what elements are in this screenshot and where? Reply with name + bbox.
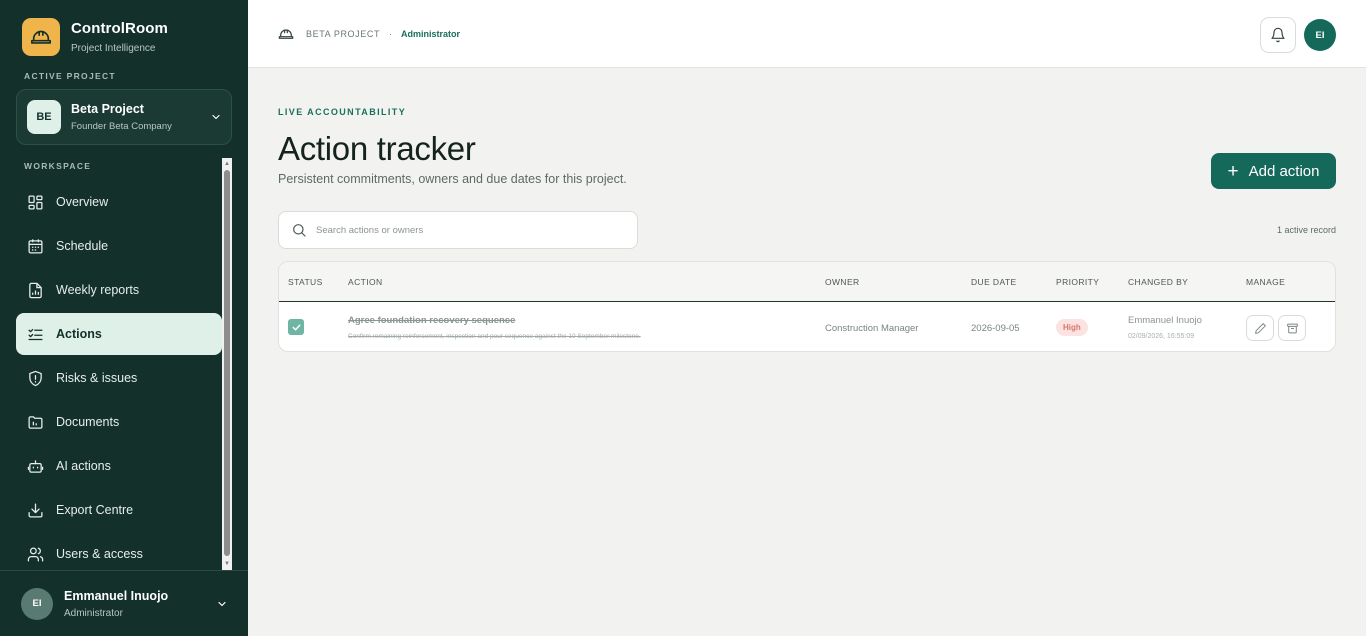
column-header-status: STATUS [288, 277, 323, 287]
actions-table: STATUS ACTION OWNER DUE DATE PRIORITY CH… [278, 261, 1336, 352]
sidebar-item-label: Users & access [56, 547, 143, 561]
archive-icon [1286, 323, 1298, 333]
sidebar-item-actions[interactable]: Actions [16, 313, 222, 355]
breadcrumb-role: Administrator [401, 29, 461, 39]
add-action-button[interactable]: + Add action [1211, 153, 1336, 189]
action-owner: Construction Manager [825, 323, 919, 334]
folder-icon [28, 415, 43, 429]
brand-subtitle: Project Intelligence [71, 43, 156, 54]
action-description: Confirm remaining reinforcement, inspect… [348, 333, 641, 340]
sidebar-item-label: Schedule [56, 239, 109, 253]
page-title: Action tracker [278, 130, 476, 167]
sidebar-item-schedule[interactable]: Schedule [16, 225, 222, 267]
bell-icon [1271, 27, 1285, 43]
sidebar-item-label: Risks & issues [56, 371, 138, 385]
sidebar-item-ai-actions[interactable]: AI actions [16, 445, 222, 487]
sidebar-item-label: AI actions [56, 459, 111, 473]
users-icon [27, 546, 44, 562]
sidebar-nav: Overview Schedule Weekly reports Actions… [16, 181, 222, 577]
sidebar-item-label: Overview [56, 195, 109, 209]
page-subtitle: Persistent commitments, owners and due d… [278, 172, 627, 186]
sidebar-item-label: Weekly reports [56, 283, 140, 297]
priority-badge: High [1056, 319, 1088, 336]
user-menu[interactable]: EI Emmanuel Inuojo Administrator [0, 570, 248, 636]
avatar[interactable]: EI [1304, 19, 1336, 51]
sidebar-item-risks-issues[interactable]: Risks & issues [16, 357, 222, 399]
column-header-manage: MANAGE [1246, 277, 1286, 287]
hard-hat-icon [22, 18, 60, 56]
table-header: STATUS ACTION OWNER DUE DATE PRIORITY CH… [279, 262, 1335, 302]
sidebar-item-documents[interactable]: Documents [16, 401, 222, 443]
archive-action-button[interactable] [1278, 315, 1306, 341]
chevron-down-icon [201, 111, 231, 123]
column-header-changed-by: CHANGED BY [1128, 277, 1189, 287]
breadcrumb: BETA PROJECT · Administrator [278, 26, 460, 42]
page-eyebrow: LIVE ACCOUNTABILITY [278, 107, 407, 117]
scrollbar-thumb[interactable] [224, 170, 230, 556]
hard-hat-icon [278, 29, 294, 39]
shield-icon [29, 370, 42, 386]
plus-icon: + [1227, 160, 1239, 182]
sidebar-item-users-access[interactable]: Users & access [16, 533, 222, 575]
column-header-priority: PRIORITY [1056, 277, 1100, 287]
active-project-label: ACTIVE PROJECT [24, 71, 116, 81]
project-avatar: BE [27, 100, 61, 134]
sidebar-item-label: Export Centre [56, 503, 134, 517]
breadcrumb-project[interactable]: BETA PROJECT [306, 29, 380, 39]
sidebar-scrollbar[interactable]: ▲ ▼ [222, 158, 232, 570]
scroll-up-arrow-icon[interactable]: ▲ [222, 159, 232, 169]
user-role: Administrator [64, 607, 123, 619]
changed-by-timestamp: 02/09/2026, 16:55:09 [1128, 333, 1195, 340]
sidebar: ControlRoom Project Intelligence ACTIVE … [0, 0, 248, 636]
record-count: 1 active record [1276, 225, 1336, 235]
action-title: Agree foundation recovery sequence [348, 315, 516, 326]
avatar: EI [21, 587, 53, 620]
checklist-icon [28, 328, 43, 340]
changed-by-name: Emmanuel Inuojo [1128, 315, 1202, 326]
scroll-down-arrow-icon[interactable]: ▼ [222, 559, 232, 569]
report-chart-icon [29, 282, 42, 298]
column-header-due-date: DUE DATE [971, 277, 1017, 287]
calendar-icon [28, 238, 43, 254]
sidebar-item-label: Actions [56, 327, 102, 341]
search-icon [293, 224, 306, 237]
brand-name: ControlRoom [71, 20, 168, 37]
notifications-button[interactable] [1260, 17, 1296, 53]
action-due-date: 2026-09-05 [971, 323, 1020, 334]
project-name: Beta Project [71, 102, 144, 116]
table-row: Agree foundation recovery sequence Confi… [279, 303, 1335, 351]
check-icon [292, 323, 300, 331]
search-box[interactable] [278, 211, 638, 249]
sidebar-item-export-centre[interactable]: Export Centre [16, 489, 222, 531]
breadcrumb-separator: · [389, 29, 393, 39]
download-icon [28, 502, 43, 518]
sidebar-item-label: Documents [56, 415, 120, 429]
grid-icon [28, 194, 43, 210]
robot-icon [27, 459, 44, 473]
status-checkbox[interactable] [288, 319, 304, 335]
column-header-action: ACTION [348, 277, 383, 287]
project-company: Founder Beta Company [71, 121, 172, 132]
user-name: Emmanuel Inuojo [64, 588, 169, 603]
brand[interactable]: ControlRoom Project Intelligence [22, 18, 168, 56]
add-action-label: Add action [1248, 162, 1320, 180]
edit-action-button[interactable] [1246, 315, 1274, 341]
pencil-icon [1254, 322, 1266, 334]
sidebar-item-overview[interactable]: Overview [16, 181, 222, 223]
project-switcher[interactable]: BE Beta Project Founder Beta Company [16, 89, 232, 145]
top-header: BETA PROJECT · Administrator EI [248, 0, 1366, 68]
chevron-down-icon [196, 598, 248, 610]
workspace-label: WORKSPACE [24, 161, 92, 171]
sidebar-item-weekly-reports[interactable]: Weekly reports [16, 269, 222, 311]
column-header-owner: OWNER [825, 277, 860, 287]
search-input[interactable] [316, 224, 616, 236]
